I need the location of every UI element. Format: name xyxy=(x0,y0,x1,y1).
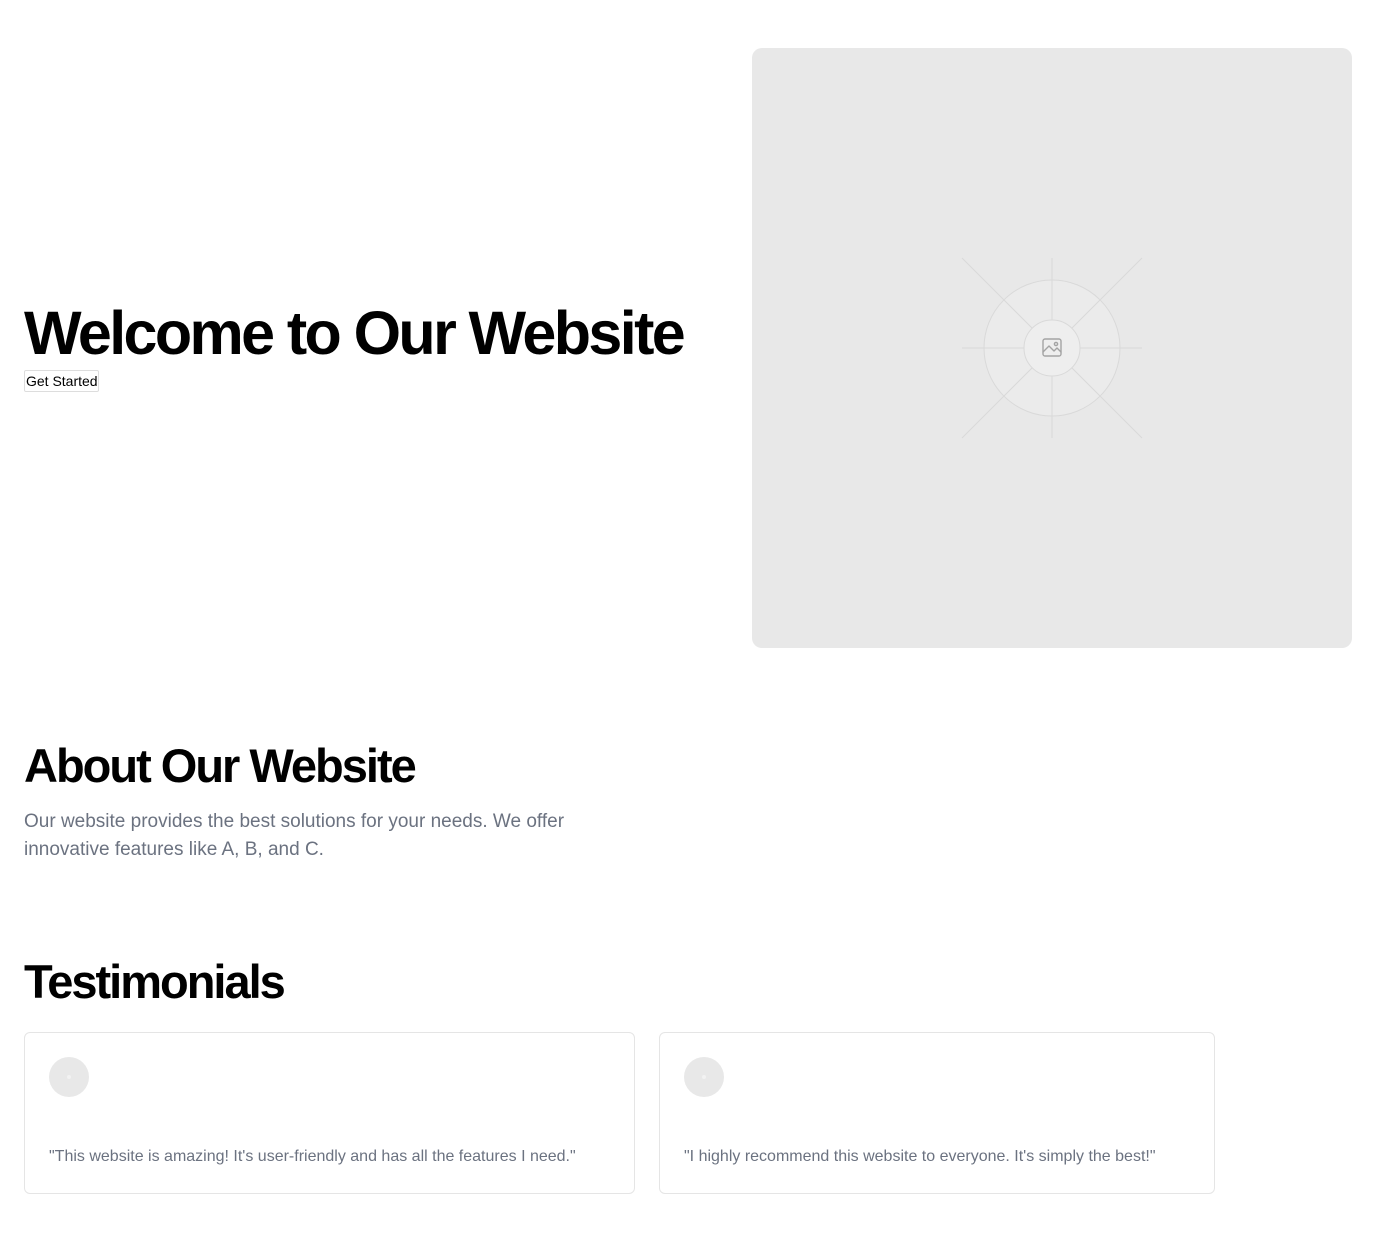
testimonial-card: "This website is amazing! It's user-frie… xyxy=(24,1032,635,1194)
testimonial-card: "I highly recommend this website to ever… xyxy=(659,1032,1215,1194)
about-title: About Our Website xyxy=(24,739,417,792)
testimonials-section: Testimonials "This website is amazing! I… xyxy=(24,952,1224,1194)
hero-title: Welcome to Our Website xyxy=(24,299,686,367)
avatar-placeholder-icon xyxy=(684,1057,724,1097)
hero-image-placeholder xyxy=(752,48,1352,648)
hero-section: Welcome to Our Website Get Started xyxy=(0,0,1376,696)
image-placeholder-icon xyxy=(961,257,1143,439)
testimonial-quote: "This website is amazing! It's user-frie… xyxy=(49,1148,576,1165)
testimonials-title: Testimonials xyxy=(24,955,286,1008)
avatar-placeholder-icon xyxy=(49,1057,89,1097)
about-text: Our website provides the best solutions … xyxy=(24,811,565,860)
about-section: About Our Website Our website provides t… xyxy=(24,736,644,864)
get-started-button[interactable]: Get Started xyxy=(24,370,99,392)
hero-content: Welcome to Our Website Get Started xyxy=(24,296,724,392)
testimonial-quote: "I highly recommend this website to ever… xyxy=(684,1148,1156,1165)
testimonial-list: "This website is amazing! It's user-frie… xyxy=(24,1032,1224,1194)
